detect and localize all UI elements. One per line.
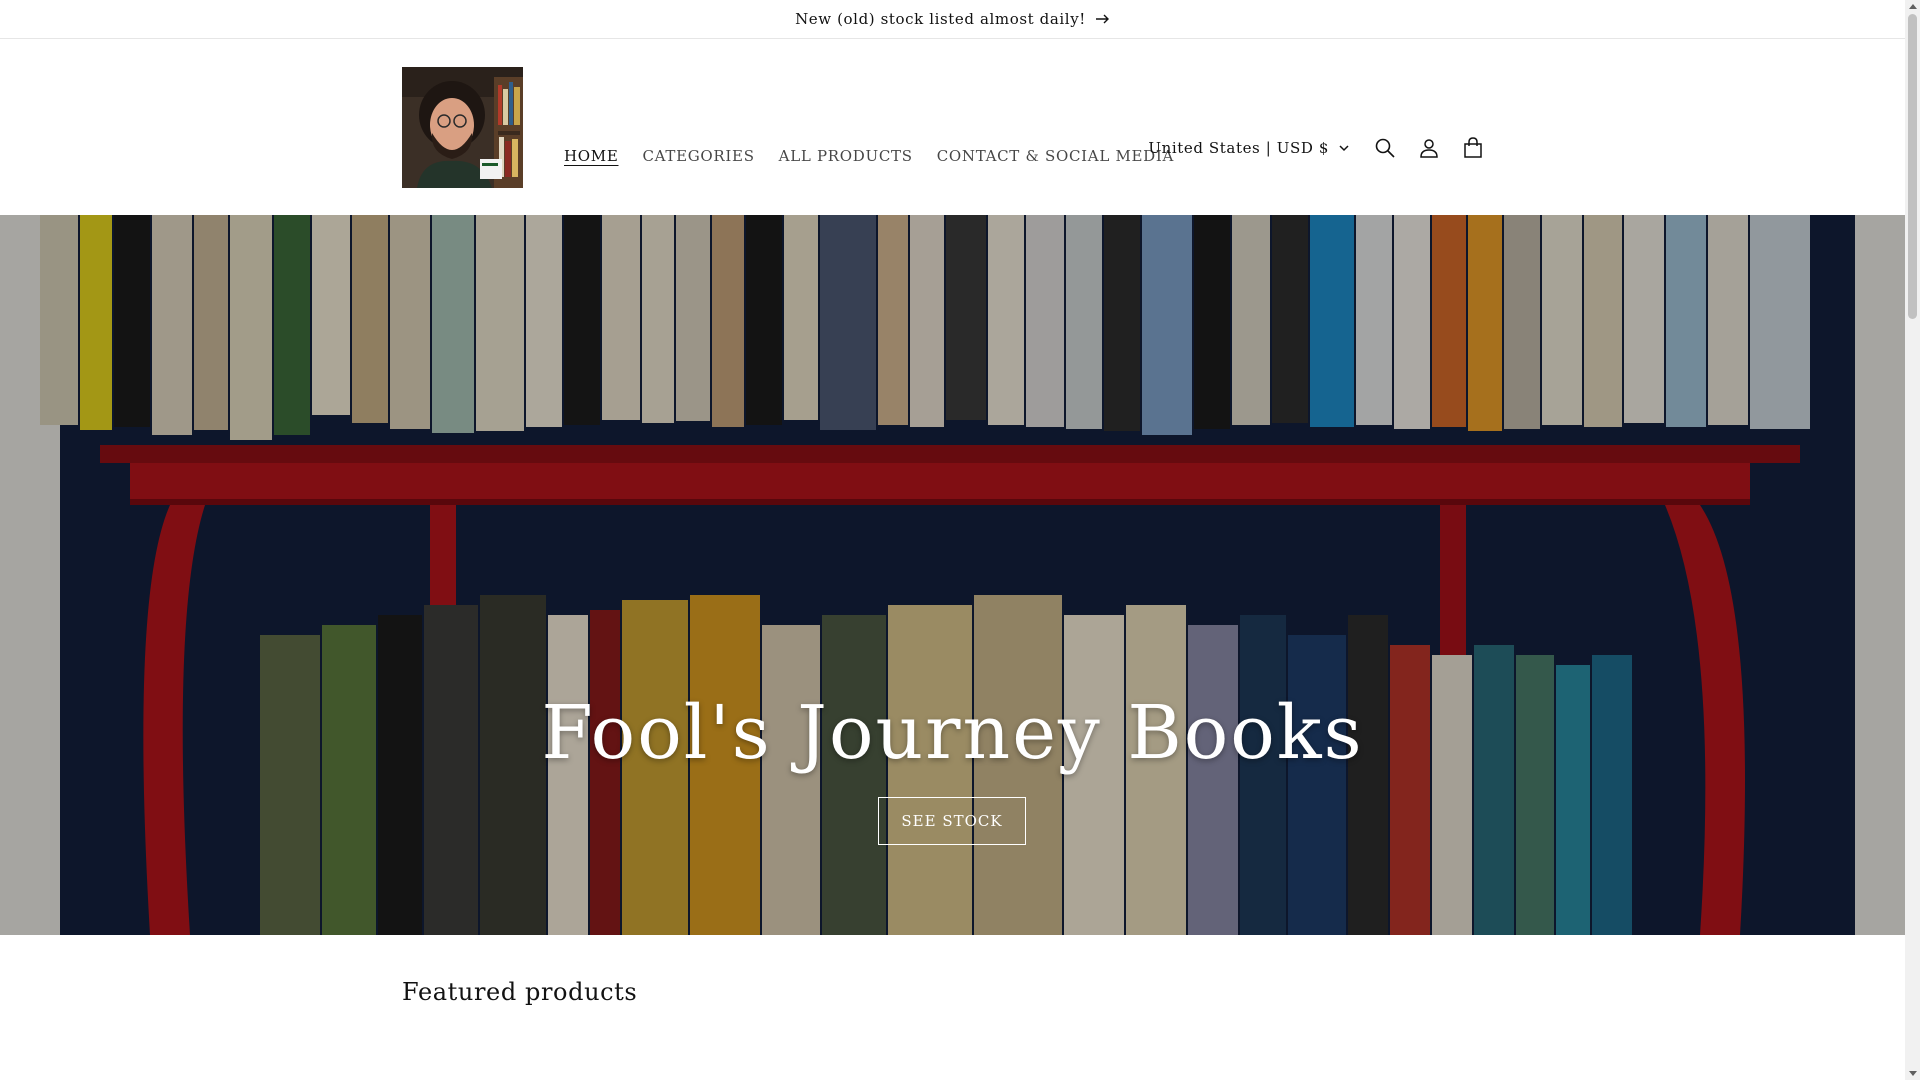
announcement-text[interactable]: New (old) stock listed almost daily!	[795, 10, 1086, 28]
page: New (old) stock listed almost daily! HOM…	[0, 0, 1920, 1080]
account-icon[interactable]	[1407, 126, 1451, 170]
country-currency-selector[interactable]: United States | USD $	[1148, 139, 1349, 157]
scrollbar-thumb[interactable]	[1908, 14, 1917, 319]
announcement-bar[interactable]: New (old) stock listed almost daily!	[0, 0, 1905, 39]
nav-categories[interactable]: CATEGORIES	[631, 147, 767, 165]
locale-label: United States | USD $	[1148, 139, 1329, 157]
see-stock-button[interactable]: SEE STOCK	[878, 797, 1026, 845]
arrow-right-icon	[1095, 14, 1110, 24]
hero-title: Fool's Journey Books	[541, 690, 1364, 776]
nav-all-products[interactable]: ALL PRODUCTS	[767, 147, 925, 165]
search-icon[interactable]	[1363, 126, 1407, 170]
site-header: HOME CATEGORIES ALL PRODUCTS CONTACT & S…	[0, 39, 1905, 215]
page-scrollbar[interactable]	[1905, 0, 1920, 1080]
cart-icon[interactable]	[1451, 126, 1495, 170]
nav-home[interactable]: HOME	[552, 147, 631, 165]
header-actions: United States | USD $	[1148, 126, 1495, 170]
page-content: New (old) stock listed almost daily! HOM…	[0, 0, 1905, 1080]
hero-banner: Fool's Journey Books SEE STOCK	[0, 215, 1905, 935]
scroll-up-icon[interactable]	[1909, 4, 1917, 9]
store-logo[interactable]	[402, 67, 523, 188]
featured-products-heading: Featured products	[402, 978, 638, 1006]
nav-contact-social-media[interactable]: CONTACT & SOCIAL MEDIA	[925, 147, 1186, 165]
scroll-down-icon[interactable]	[1909, 1071, 1917, 1076]
chevron-down-icon	[1339, 144, 1349, 152]
main-nav: HOME CATEGORIES ALL PRODUCTS CONTACT & S…	[552, 147, 1186, 165]
